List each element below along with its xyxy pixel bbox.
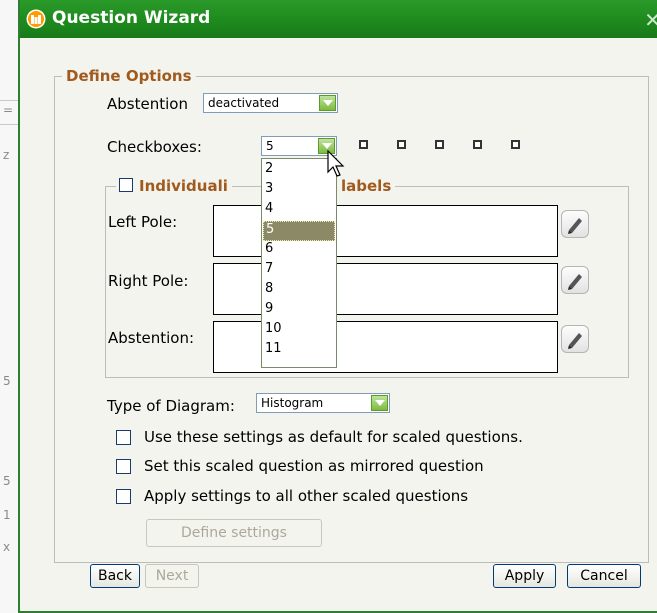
checkbox-preview: [359, 140, 368, 149]
abstention-label: Abstention: [107, 95, 188, 113]
dropdown-option[interactable]: 3: [263, 181, 335, 201]
dropdown-option-selected[interactable]: 5: [263, 221, 335, 241]
apply-all-checkbox[interactable]: [116, 489, 131, 504]
checkboxes-select[interactable]: 5: [261, 136, 337, 156]
edit-left-pole-button[interactable]: [561, 210, 589, 238]
pencil-icon: [568, 218, 582, 234]
dropdown-option[interactable]: 4: [263, 201, 335, 221]
checkboxes-label: Checkboxes:: [107, 138, 202, 156]
mirrored-question-checkbox[interactable]: [116, 459, 131, 474]
next-button[interactable]: Next: [145, 564, 199, 588]
pencil-icon: [568, 333, 582, 349]
individual-labels-legend-text: Individuali: [139, 177, 228, 195]
type-of-diagram-label: Type of Diagram:: [107, 397, 235, 415]
left-pole-label: Left Pole:: [108, 213, 178, 231]
back-button[interactable]: Back: [90, 564, 140, 588]
checkboxes-dropdown-list[interactable]: 2 3 4 5 6 7 8 9 10 11: [261, 158, 337, 368]
dropdown-option[interactable]: 7: [263, 261, 335, 281]
individual-labels-legend: Individuali: [116, 177, 232, 195]
cancel-button[interactable]: Cancel: [567, 564, 641, 588]
checkbox-preview: [473, 140, 482, 149]
abstention-select-value: deactivated: [208, 96, 280, 110]
abstention-select[interactable]: deactivated: [203, 93, 338, 113]
pencil-icon: [568, 274, 582, 290]
dialog-title: Question Wizard: [52, 8, 211, 28]
background-char: 1: [3, 508, 11, 522]
dropdown-option[interactable]: 6: [263, 241, 335, 261]
dropdown-option[interactable]: 10: [263, 321, 335, 341]
type-of-diagram-select[interactable]: Histogram: [256, 393, 390, 413]
individual-labels-legend-tail: labels: [337, 177, 396, 195]
question-wizard-dialog: Question Wizard ✕ Define Options Abstent…: [18, 0, 657, 613]
background-char: 5: [3, 374, 11, 388]
edit-right-pole-button[interactable]: [561, 266, 589, 294]
define-settings-button[interactable]: Define settings: [146, 519, 322, 547]
app-logo-icon: [26, 9, 46, 29]
checkbox-preview: [435, 140, 444, 149]
checkboxes-select-value: 5: [266, 139, 274, 153]
apply-button[interactable]: Apply: [493, 564, 556, 588]
title-bar[interactable]: Question Wizard ✕: [20, 0, 657, 38]
dropdown-option[interactable]: 2: [263, 161, 335, 181]
chevron-down-icon[interactable]: [371, 395, 388, 411]
checkbox-preview: [397, 140, 406, 149]
type-of-diagram-value: Histogram: [261, 396, 324, 410]
close-icon[interactable]: ✕: [644, 8, 657, 32]
background-char: x: [3, 540, 11, 554]
right-pole-label: Right Pole:: [108, 272, 189, 290]
chevron-down-icon[interactable]: [319, 95, 336, 111]
background-char: =: [3, 103, 14, 117]
individual-labels-checkbox[interactable]: [119, 178, 133, 192]
background-char: 5: [3, 474, 11, 488]
default-settings-checkbox[interactable]: [116, 430, 131, 445]
define-options-legend: Define Options: [62, 67, 196, 85]
apply-all-label: Apply settings to all other scaled quest…: [144, 487, 469, 505]
background-char: z: [3, 148, 10, 162]
mouse-cursor-icon: [327, 150, 345, 177]
dropdown-option[interactable]: 8: [263, 281, 335, 301]
default-settings-label: Use these settings as default for scaled…: [144, 428, 523, 446]
mirrored-question-label: Set this scaled question as mirrored que…: [144, 457, 484, 475]
dropdown-option[interactable]: 11: [263, 341, 335, 361]
edit-abstention-label-button[interactable]: [561, 325, 589, 353]
checkbox-preview: [511, 140, 520, 149]
dropdown-option[interactable]: 9: [263, 301, 335, 321]
abstention-label-field-label: Abstention:: [108, 329, 195, 347]
